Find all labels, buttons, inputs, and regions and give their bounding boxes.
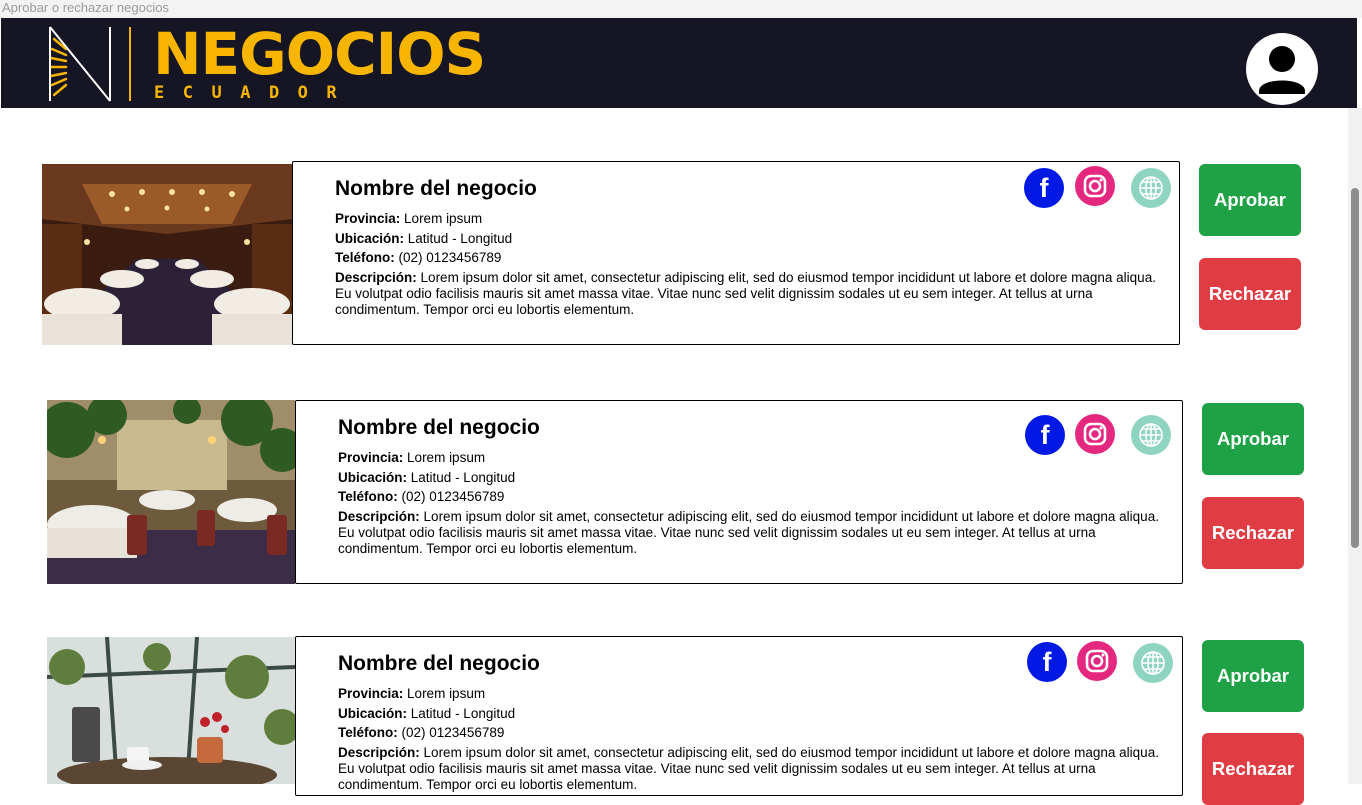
phone-value: (02) 0123456789 — [398, 250, 502, 265]
instagram-link[interactable] — [1075, 166, 1115, 206]
facebook-link[interactable]: f — [1024, 168, 1064, 208]
facebook-link[interactable]: f — [1025, 415, 1065, 455]
description-label: Descripción: — [338, 745, 420, 760]
website-link[interactable] — [1131, 168, 1171, 208]
user-icon — [1259, 46, 1305, 94]
description-field: Descripción: Lorem ipsum dolor sit amet,… — [338, 745, 1160, 793]
province-value: Lorem ipsum — [407, 686, 486, 701]
location-field: Ubicación: Latitud - Longitud — [338, 470, 515, 486]
phone-value: (02) 0123456789 — [401, 489, 505, 504]
province-field: Provincia: Lorem ipsum — [338, 450, 485, 466]
phone-value: (02) 0123456789 — [401, 725, 505, 740]
location-field: Ubicación: Latitud - Longitud — [335, 231, 512, 247]
province-label: Provincia: — [338, 686, 404, 701]
location-value: Latitud - Longitud — [407, 231, 513, 246]
description-label: Descripción: — [338, 509, 420, 524]
reject-button[interactable]: Rechazar — [1202, 497, 1304, 569]
reject-button[interactable]: Rechazar — [1202, 733, 1304, 805]
description-field: Descripción: Lorem ipsum dolor sit amet,… — [338, 509, 1160, 557]
logo-n-emblem-icon — [49, 26, 131, 102]
business-info-panel: Nombre del negocio Provincia: Lorem ipsu… — [295, 636, 1183, 796]
description-label: Descripción: — [335, 270, 417, 285]
facebook-icon: f — [1039, 173, 1049, 203]
instagram-link[interactable] — [1075, 414, 1115, 454]
location-value: Latitud - Longitud — [410, 470, 516, 485]
globe-icon — [1141, 651, 1165, 675]
province-label: Provincia: — [335, 211, 401, 226]
window-title: Aprobar o rechazar negocios — [2, 0, 169, 15]
phone-label: Teléfono: — [335, 250, 395, 265]
instagram-link[interactable] — [1077, 641, 1117, 681]
logo-wordmark: NEGOCIOS — [153, 20, 486, 88]
business-name: Nombre del negocio — [338, 652, 540, 675]
approve-button[interactable]: Aprobar — [1202, 403, 1304, 475]
vertical-scrollbar[interactable] — [1348, 108, 1362, 784]
phone-field: Teléfono: (02) 0123456789 — [338, 489, 504, 505]
instagram-icon — [1083, 174, 1107, 198]
window-titlebar — [0, 0, 1362, 18]
business-info-panel: Nombre del negocio Provincia: Lorem ipsu… — [292, 161, 1180, 345]
description-value: Lorem ipsum dolor sit amet, consectetur … — [338, 745, 1159, 792]
phone-label: Teléfono: — [338, 489, 398, 504]
facebook-icon: f — [1040, 420, 1050, 450]
province-label: Provincia: — [338, 450, 404, 465]
description-field: Descripción: Lorem ipsum dolor sit amet,… — [335, 270, 1157, 318]
location-value: Latitud - Longitud — [410, 706, 516, 721]
approve-button[interactable]: Aprobar — [1202, 640, 1304, 712]
site-header: NEGOCIOS ECUADOR — [1, 18, 1357, 108]
province-value: Lorem ipsum — [407, 450, 486, 465]
negocios-ecuador-logo[interactable]: NEGOCIOS ECUADOR — [48, 20, 508, 105]
restaurant-dining-room-photo — [47, 400, 295, 584]
user-avatar-button[interactable] — [1246, 33, 1318, 105]
province-field: Provincia: Lorem ipsum — [335, 211, 482, 227]
globe-icon — [1139, 176, 1163, 200]
approve-button[interactable]: Aprobar — [1199, 164, 1301, 236]
description-value: Lorem ipsum dolor sit amet, consectetur … — [338, 509, 1159, 556]
instagram-icon — [1083, 422, 1107, 446]
globe-icon — [1139, 423, 1163, 447]
facebook-icon: f — [1042, 647, 1052, 677]
location-label: Ubicación: — [338, 706, 408, 721]
location-field: Ubicación: Latitud - Longitud — [338, 706, 515, 722]
business-name: Nombre del negocio — [338, 416, 540, 439]
description-value: Lorem ipsum dolor sit amet, consectetur … — [335, 270, 1156, 317]
business-name: Nombre del negocio — [335, 177, 537, 200]
province-value: Lorem ipsum — [404, 211, 483, 226]
facebook-link[interactable]: f — [1027, 642, 1067, 682]
phone-field: Teléfono: (02) 0123456789 — [335, 250, 501, 266]
instagram-icon — [1085, 649, 1109, 673]
phone-label: Teléfono: — [338, 725, 398, 740]
website-link[interactable] — [1131, 415, 1171, 455]
app-window: Aprobar o rechazar negocios NEGOCIOS ECU… — [0, 0, 1362, 805]
province-field: Provincia: Lorem ipsum — [338, 686, 485, 702]
reject-button[interactable]: Rechazar — [1199, 258, 1301, 330]
business-info-panel: Nombre del negocio Provincia: Lorem ipsu… — [295, 400, 1183, 584]
scrollbar-thumb[interactable] — [1351, 188, 1359, 548]
restaurant-train-car-photo — [42, 164, 292, 345]
website-link[interactable] — [1133, 643, 1173, 683]
phone-field: Teléfono: (02) 0123456789 — [338, 725, 504, 741]
location-label: Ubicación: — [338, 470, 408, 485]
logo-subtitle: ECUADOR — [154, 83, 356, 103]
cafe-table-photo — [47, 637, 295, 784]
location-label: Ubicación: — [335, 231, 405, 246]
